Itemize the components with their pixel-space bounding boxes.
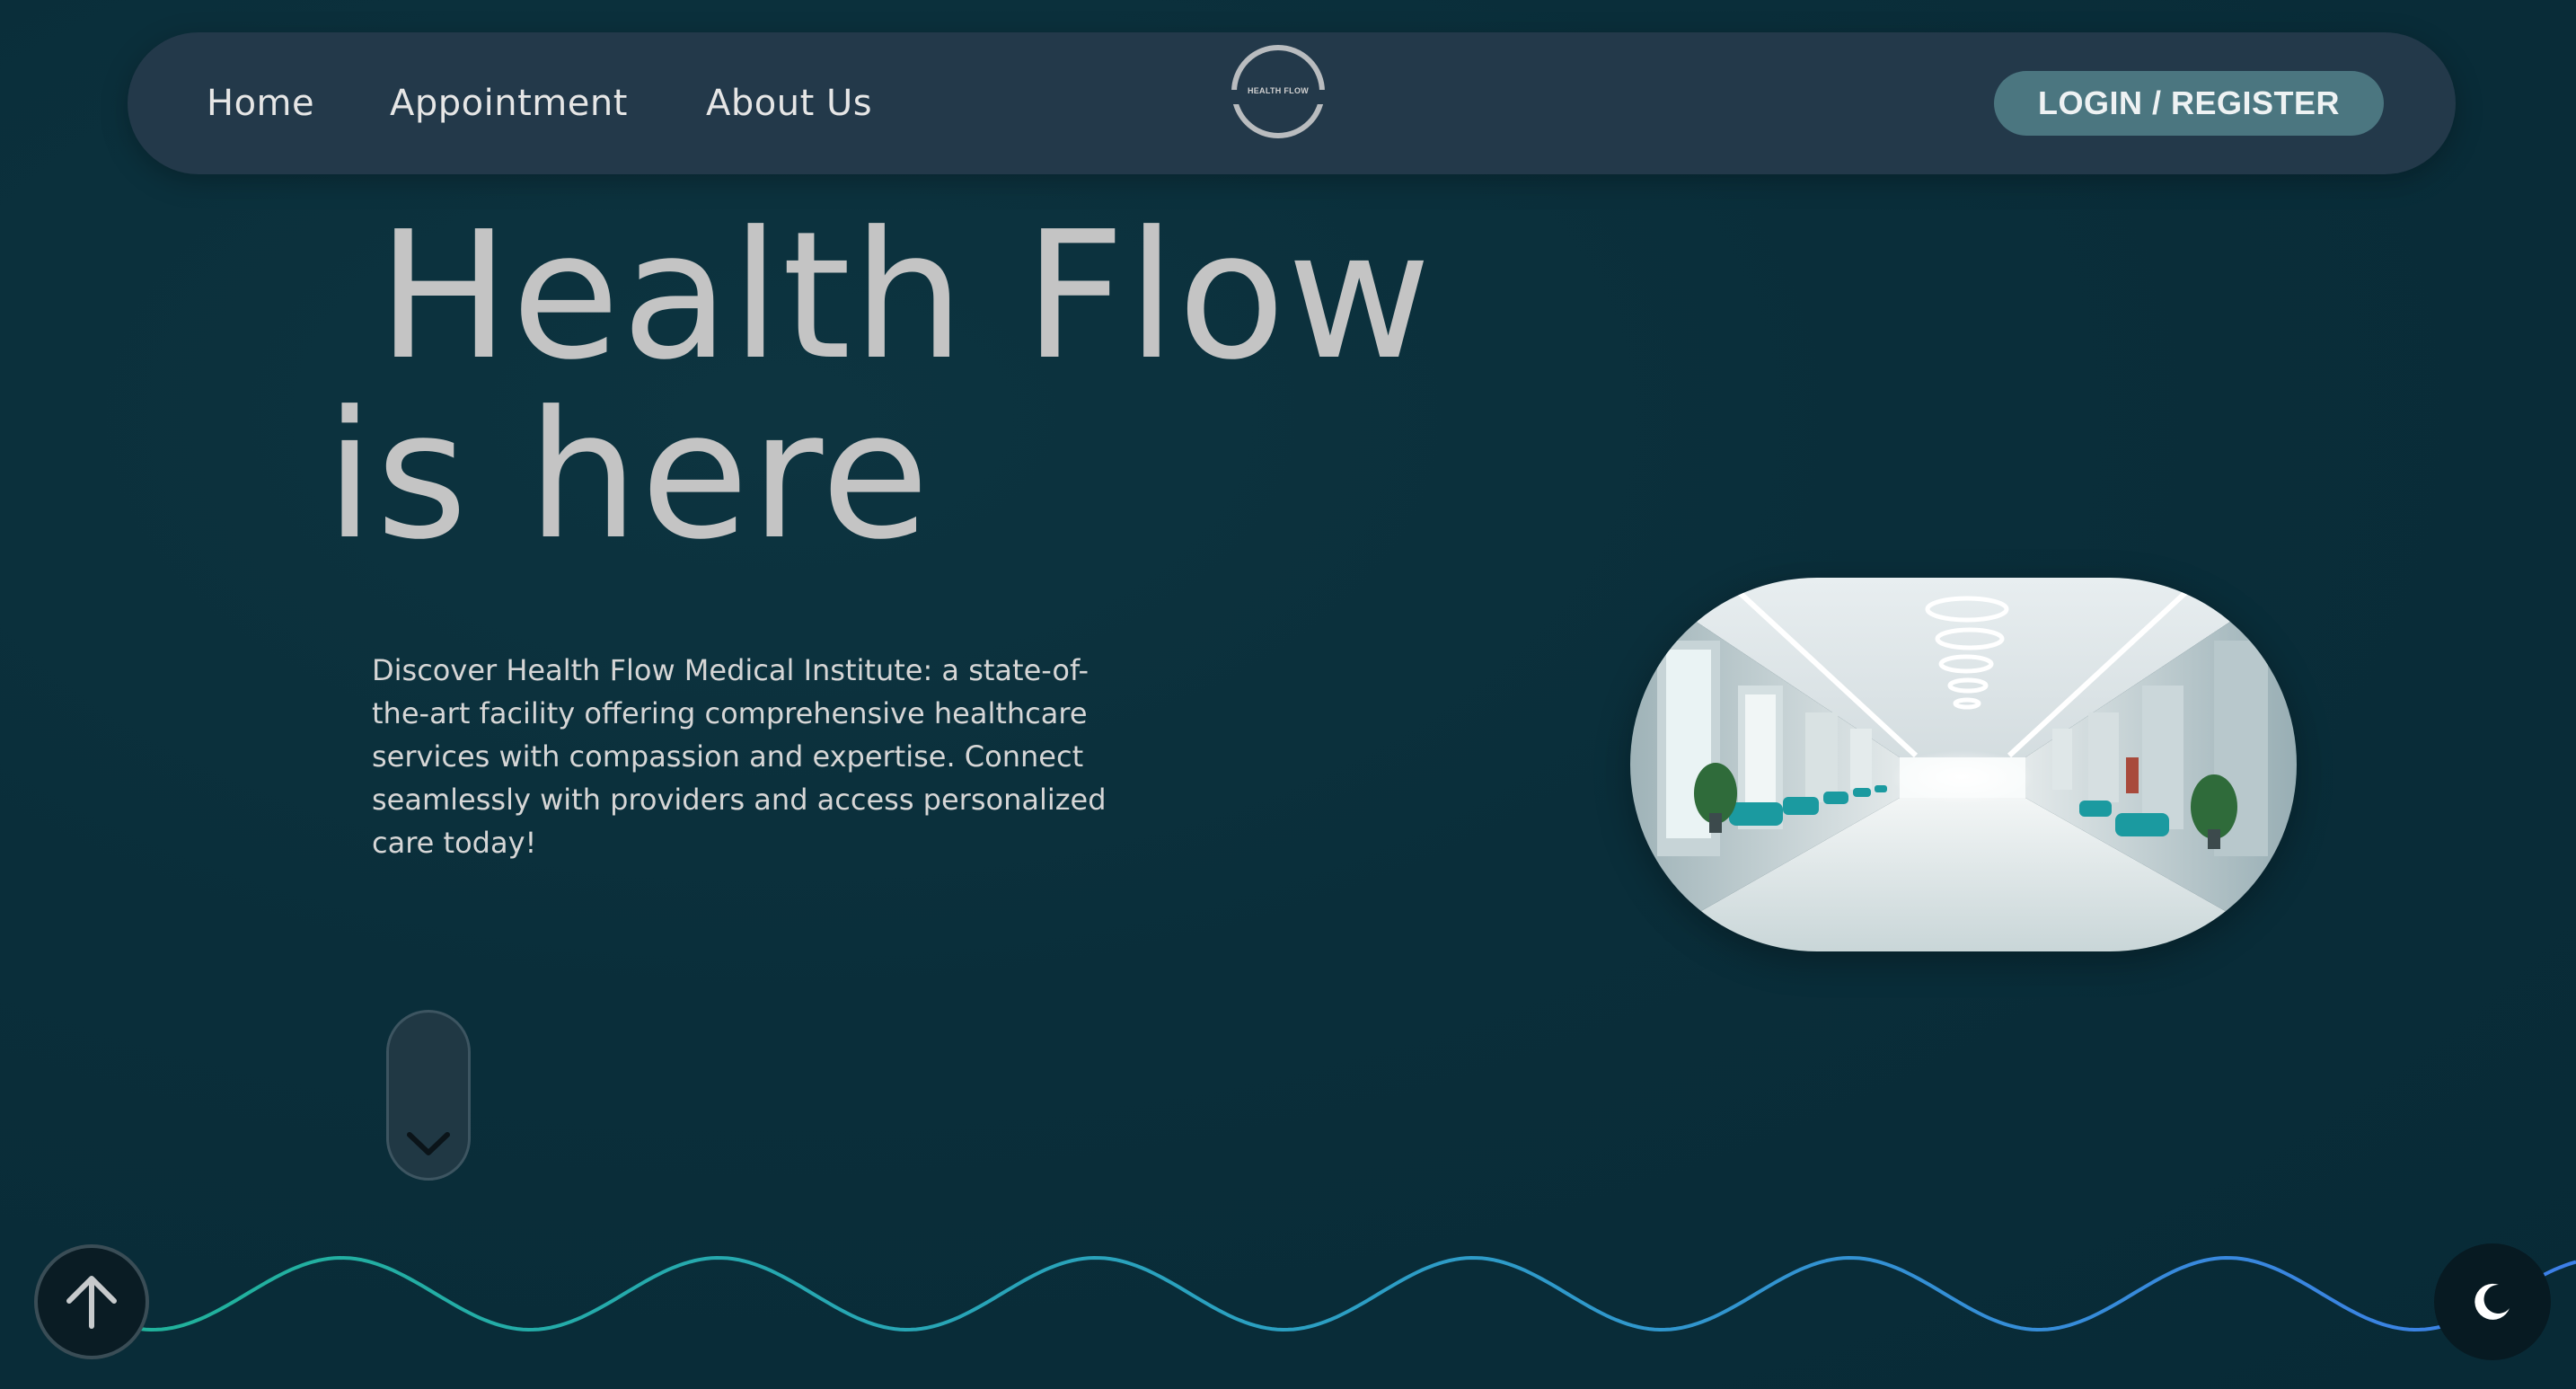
health-flow-logo[interactable]: HEALTH FLOW <box>1228 45 1328 138</box>
nav-link-appointment[interactable]: Appointment <box>390 83 628 124</box>
hero-description: Discover Health Flow Medical Institute: … <box>372 653 1107 860</box>
login-register-button[interactable]: LOGIN / REGISTER <box>1994 71 2384 136</box>
theme-toggle-button[interactable] <box>2434 1243 2551 1360</box>
top-navbar: Home Appointment About Us HEALTH FLOW LO… <box>128 32 2456 174</box>
scroll-down-button[interactable] <box>386 1010 471 1181</box>
logo-ring-gap-right <box>1316 90 1328 104</box>
decorative-wave <box>107 1255 2576 1332</box>
arrow-up-icon <box>66 1276 117 1329</box>
hero-title-line-1: Health Flow <box>377 194 1434 399</box>
logo-ring-gap-left <box>1228 90 1240 104</box>
nav-link-home[interactable]: Home <box>207 83 314 124</box>
moon-icon <box>2475 1283 2510 1320</box>
hospital-corridor-image <box>1630 578 2297 951</box>
logo-text: HEALTH FLOW <box>1247 86 1310 95</box>
chevron-down-icon <box>407 1132 450 1155</box>
nav-link-about-us[interactable]: About Us <box>706 83 872 124</box>
back-to-top-button[interactable] <box>34 1244 149 1359</box>
hero-title-line-2: is here <box>325 374 931 579</box>
